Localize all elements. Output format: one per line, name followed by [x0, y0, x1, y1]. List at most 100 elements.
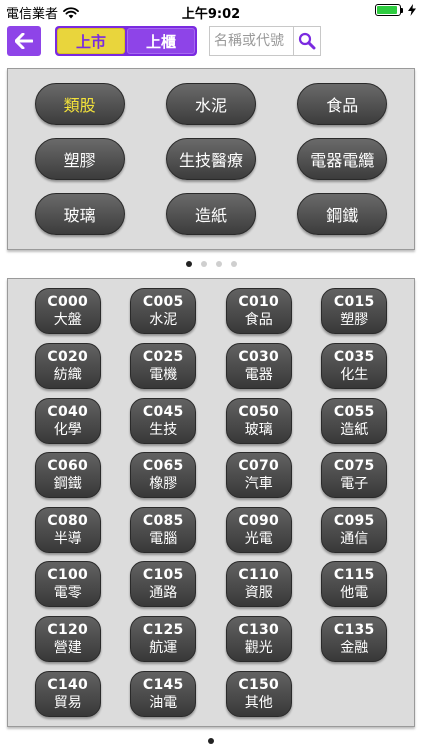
index-name: 金融: [340, 640, 369, 657]
index-cell: C120 營建: [20, 612, 116, 667]
category-button[interactable]: 食品: [297, 83, 388, 126]
category-cell: 電器電纜: [277, 132, 408, 187]
category-button[interactable]: 玻璃: [34, 192, 125, 235]
index-button[interactable]: C120 營建: [34, 616, 101, 663]
index-name: 電器: [244, 366, 273, 383]
index-button[interactable]: C095 通信: [321, 506, 388, 553]
index-cell: C115 他電: [307, 557, 403, 612]
search-input[interactable]: [209, 26, 294, 56]
index-button[interactable]: C070 汽車: [225, 452, 292, 499]
index-button[interactable]: C145 油電: [130, 670, 197, 717]
index-cell: C090 光電: [211, 503, 307, 558]
index-code: C060: [47, 458, 89, 475]
index-name: 營建: [53, 640, 82, 657]
category-page-dot[interactable]: [215, 261, 222, 267]
index-button[interactable]: C050 玻璃: [225, 397, 292, 444]
index-name: 電腦: [149, 530, 178, 547]
index-name: 其他: [244, 694, 273, 711]
index-name: 鋼鐵: [53, 476, 82, 493]
category-button[interactable]: 鋼鐵: [297, 192, 388, 235]
category-button[interactable]: 造紙: [165, 192, 256, 235]
index-name: 化學: [53, 421, 82, 438]
segment-otc[interactable]: 上櫃: [127, 28, 195, 54]
index-code: C120: [47, 622, 89, 639]
category-button[interactable]: 電器電纜: [297, 137, 388, 180]
index-code: C130: [238, 622, 280, 639]
index-code: C145: [142, 676, 184, 693]
index-button[interactable]: C020 紡織: [34, 342, 101, 389]
index-name: 造紙: [340, 421, 369, 438]
segment-listed[interactable]: 上市: [57, 28, 125, 54]
index-name: 光電: [244, 530, 273, 547]
index-name: 電子: [340, 476, 369, 493]
index-button[interactable]: C150 其他: [225, 670, 292, 717]
index-name: 玻璃: [244, 421, 273, 438]
search-icon: [298, 32, 316, 50]
index-name: 電零: [53, 585, 82, 602]
category-button[interactable]: 類股: [34, 83, 125, 126]
toolbar: 上市 上櫃: [0, 22, 422, 62]
index-cell: C075 電子: [307, 448, 403, 503]
index-button[interactable]: C110 資服: [225, 561, 292, 608]
index-cell: C045 生技: [116, 393, 212, 448]
index-button[interactable]: C080 半導: [34, 506, 101, 553]
category-page-dot[interactable]: [230, 261, 237, 267]
index-button[interactable]: C130 觀光: [225, 616, 292, 663]
index-button[interactable]: C065 橡膠: [130, 452, 197, 499]
index-button[interactable]: C100 電零: [34, 561, 101, 608]
index-cell: C145 油電: [116, 666, 212, 721]
index-button[interactable]: C025 電機: [130, 342, 197, 389]
back-button[interactable]: [7, 26, 41, 56]
index-button[interactable]: C055 造紙: [321, 397, 388, 444]
index-button[interactable]: C140 貿易: [34, 670, 101, 717]
index-cell: C020 紡織: [20, 339, 116, 394]
category-button[interactable]: 塑膠: [34, 137, 125, 180]
index-code: C150: [238, 676, 280, 693]
index-button[interactable]: C060 鋼鐵: [34, 452, 101, 499]
index-button[interactable]: C015 塑膠: [321, 288, 388, 335]
index-button[interactable]: C000 大盤: [34, 288, 101, 335]
index-cell: C030 電器: [211, 339, 307, 394]
index-button[interactable]: C045 生技: [130, 397, 197, 444]
search-button[interactable]: [293, 26, 321, 56]
index-name: 觀光: [244, 640, 273, 657]
index-name: 通信: [340, 530, 369, 547]
index-button[interactable]: C135 金融: [321, 616, 388, 663]
index-button[interactable]: C085 電腦: [130, 506, 197, 553]
index-button[interactable]: C040 化學: [34, 397, 101, 444]
category-cell: 食品: [277, 77, 408, 132]
index-code: C035: [333, 348, 375, 365]
category-cell: 生技醫療: [145, 132, 276, 187]
index-cell: C105 通路: [116, 557, 212, 612]
index-page-dot[interactable]: [208, 738, 214, 744]
index-code: C135: [333, 622, 375, 639]
index-cell: C010 食品: [211, 284, 307, 339]
index-button[interactable]: C105 通路: [130, 561, 197, 608]
index-button[interactable]: C075 電子: [321, 452, 388, 499]
index-button[interactable]: C115 他電: [321, 561, 388, 608]
index-name: 電機: [149, 366, 178, 383]
index-page-indicator[interactable]: [0, 738, 422, 744]
market-segmented-control: 上市 上櫃: [55, 26, 197, 56]
index-code: C020: [47, 348, 89, 365]
category-page-dot[interactable]: [200, 261, 207, 267]
index-code: C015: [333, 294, 375, 311]
index-name: 油電: [149, 694, 178, 711]
category-button[interactable]: 水泥: [165, 83, 256, 126]
index-button[interactable]: C005 水泥: [130, 288, 197, 335]
index-cell: C065 橡膠: [116, 448, 212, 503]
index-cell: C085 電腦: [116, 503, 212, 558]
category-cell: 塑膠: [14, 132, 145, 187]
index-button[interactable]: C010 食品: [225, 288, 292, 335]
index-panel: C000 大盤 C005 水泥 C010 食品 C015 塑膠 C020 紡織 C025 電機 C030…: [7, 278, 415, 727]
index-button[interactable]: C125 航運: [130, 616, 197, 663]
category-page-dot[interactable]: [185, 261, 192, 267]
index-cell: C005 水泥: [116, 284, 212, 339]
index-button[interactable]: C035 化生: [321, 342, 388, 389]
index-button[interactable]: C090 光電: [225, 506, 292, 553]
category-button[interactable]: 生技醫療: [165, 137, 256, 180]
category-grid: 類股 水泥 食品塑膠 生技醫療 電器電纜玻璃 造紙 鋼鐵: [8, 69, 414, 249]
category-page-indicator[interactable]: [0, 261, 422, 267]
index-code: C080: [47, 512, 89, 529]
index-button[interactable]: C030 電器: [225, 342, 292, 389]
